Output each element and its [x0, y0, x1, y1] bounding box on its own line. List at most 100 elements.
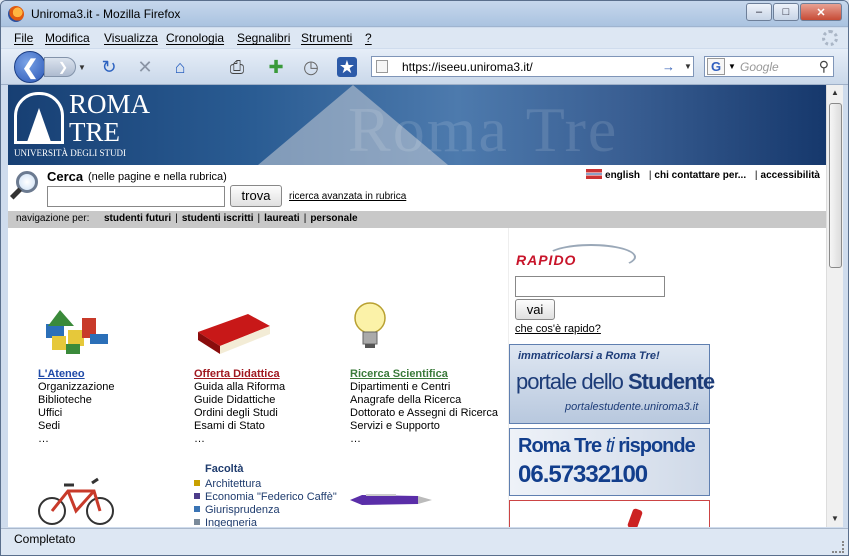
nav-personale[interactable]: personale	[310, 213, 357, 224]
menu-help[interactable]: ?	[365, 31, 372, 45]
bicycle-icon	[38, 477, 114, 525]
section-link[interactable]: Organizzazione	[38, 381, 114, 394]
page-icon	[376, 60, 388, 73]
facolta-item[interactable]: Architettura	[194, 478, 337, 491]
section-link[interactable]: Anagrafe della Ricerca	[350, 394, 498, 407]
engine-dropdown-icon[interactable]: ▼	[728, 62, 736, 71]
section-link[interactable]: Biblioteche	[38, 394, 114, 407]
portale-studente-banner[interactable]: immatricolarsi a Roma Tre! portale dello…	[509, 344, 715, 424]
section-ateneo: L'Ateneo Organizzazione Biblioteche Uffi…	[38, 228, 198, 445]
status-bar: Completato	[1, 528, 848, 555]
search-icon[interactable]: ⚲	[819, 58, 829, 75]
close-button[interactable]: ✕	[800, 3, 842, 21]
window-title: Uniroma3.it - Mozilla Firefox	[31, 7, 181, 21]
bookmark-icon[interactable]: ★	[337, 57, 357, 77]
logo-tre: TRE	[69, 117, 120, 147]
section-title[interactable]: L'Ateneo	[38, 368, 85, 380]
right-column: RAPIDO vai che cos'è rapido? immatricola…	[508, 228, 715, 527]
section-link[interactable]: Guide Didattiche	[194, 394, 285, 407]
contact-link[interactable]: chi contattare per...	[654, 170, 746, 181]
roma-tre-risponde-banner[interactable]: Roma Tre ti risponde 06.57332100	[509, 428, 710, 496]
menu-strumenti[interactable]: Strumenti	[301, 31, 352, 45]
go-arrow-icon[interactable]: →	[662, 59, 675, 74]
scroll-down-icon[interactable]: ▼	[827, 511, 843, 527]
english-link[interactable]: english	[605, 170, 640, 181]
section-ricerca: Ricerca Scientifica Dipartimenti e Centr…	[350, 228, 510, 445]
nav-lead: navigazione per:	[16, 213, 90, 224]
print-icon[interactable]: ⎙	[227, 57, 247, 77]
nav-studenti-futuri[interactable]: studenti futuri	[104, 213, 171, 224]
facolta-item[interactable]: Ingegneria	[194, 517, 337, 527]
trova-button[interactable]: trova	[230, 185, 282, 207]
rapido-input[interactable]	[515, 276, 665, 297]
uk-flag-icon	[586, 169, 603, 179]
section-link[interactable]: Dottorato e Assegni di Ricerca	[350, 407, 498, 420]
pen-icon	[350, 494, 432, 505]
page-content: Roma Tre ROMA TRE UNIVERSITÀ DEGLI STUDI…	[8, 85, 826, 527]
search-engine-box[interactable]: G ▼ Google ⚲	[704, 56, 834, 77]
section-link[interactable]: Sedi	[38, 420, 114, 433]
rapido-help-link[interactable]: che cos'è rapido?	[515, 323, 601, 335]
status-text: Completato	[14, 532, 76, 546]
vertical-scrollbar[interactable]: ▲ ▼	[826, 85, 843, 527]
menu-visualizza[interactable]: Visualizza	[104, 31, 158, 45]
guitar-banner[interactable]	[509, 500, 710, 527]
logo-roma: ROMA	[69, 89, 151, 119]
site-banner: Roma Tre ROMA TRE UNIVERSITÀ DEGLI STUDI	[8, 85, 826, 165]
building-blocks-icon	[46, 310, 108, 354]
book-icon	[198, 314, 270, 354]
firefox-icon	[8, 6, 24, 22]
section-link[interactable]: Servizi e Supporto	[350, 420, 498, 433]
maximize-button[interactable]: □	[773, 3, 799, 21]
new-tab-icon[interactable]: ✚	[266, 57, 286, 77]
facolta-title: Facoltà	[205, 463, 244, 475]
google-icon[interactable]: G	[707, 58, 725, 75]
menu-segnalibri[interactable]: Segnalibri	[237, 31, 290, 45]
section-links: Dipartimenti e Centri Anagrafe della Ric…	[350, 381, 498, 446]
facolta-item[interactable]: Economia "Federico Caffè"	[194, 491, 337, 504]
scroll-up-icon[interactable]: ▲	[827, 85, 843, 101]
menu-file[interactable]: File	[14, 31, 33, 45]
back-button[interactable]: ❮	[14, 51, 46, 83]
nav-laureati[interactable]: laureati	[264, 213, 300, 224]
resize-grip-icon[interactable]	[832, 541, 844, 553]
facolta-item[interactable]: Giurisprudenza	[194, 504, 337, 517]
url-text[interactable]: https://iseeu.uniroma3.it/	[402, 60, 533, 74]
throbber-icon	[822, 30, 838, 46]
scroll-thumb[interactable]	[829, 103, 842, 268]
section-title[interactable]: Ricerca Scientifica	[350, 368, 448, 380]
section-more[interactable]: …	[38, 433, 114, 446]
accessibility-link[interactable]: accessibilità	[761, 170, 820, 181]
logo-university: UNIVERSITÀ DEGLI STUDI	[14, 148, 126, 158]
section-title[interactable]: Offerta Didattica	[194, 368, 280, 380]
section-link[interactable]: Dipartimenti e Centri	[350, 381, 498, 394]
menu-modifica[interactable]: Modifica	[45, 31, 90, 45]
stop-icon[interactable]: ✕	[135, 57, 155, 77]
address-bar[interactable]: https://iseeu.uniroma3.it/ → ▼	[371, 56, 694, 77]
audience-nav: navigazione per: studenti futuri | student…	[8, 211, 826, 228]
forward-button[interactable]: ❯	[44, 57, 76, 77]
nav-studenti-iscritti[interactable]: studenti iscritti	[182, 213, 254, 224]
vai-button[interactable]: vai	[515, 299, 555, 320]
advanced-search-link[interactable]: ricerca avanzata in rubrica	[289, 191, 406, 202]
history-dropdown-icon[interactable]: ▼	[78, 63, 86, 72]
section-more[interactable]: …	[350, 433, 498, 446]
section-link[interactable]: Uffici	[38, 407, 114, 420]
section-link[interactable]: Esami di Stato	[194, 420, 285, 433]
history-icon[interactable]: ◷	[301, 57, 321, 77]
roma-tre-logo[interactable]: ROMA TRE UNIVERSITÀ DEGLI STUDI	[14, 90, 150, 160]
browser-window: Uniroma3.it - Mozilla Firefox – □ ✕ File…	[0, 0, 849, 556]
section-link[interactable]: Ordini degli Studi	[194, 407, 285, 420]
minimize-button[interactable]: –	[746, 3, 772, 21]
top-links: english | chi contattare per... | accessib…	[586, 169, 820, 181]
home-icon[interactable]: ⌂	[170, 57, 190, 77]
section-link[interactable]: Guida alla Riforma	[194, 381, 285, 394]
facolta-list: Facoltà Architettura Economia "Federico …	[194, 463, 337, 527]
search-sublabel: (nelle pagine e nella rubrica)	[88, 171, 227, 183]
url-dropdown-icon[interactable]: ▼	[684, 62, 692, 71]
menu-cronologia[interactable]: Cronologia	[166, 31, 224, 45]
search-placeholder[interactable]: Google	[740, 60, 779, 74]
reload-icon[interactable]: ↻	[99, 57, 119, 77]
site-search-input[interactable]	[47, 186, 225, 207]
section-more[interactable]: …	[194, 433, 285, 446]
